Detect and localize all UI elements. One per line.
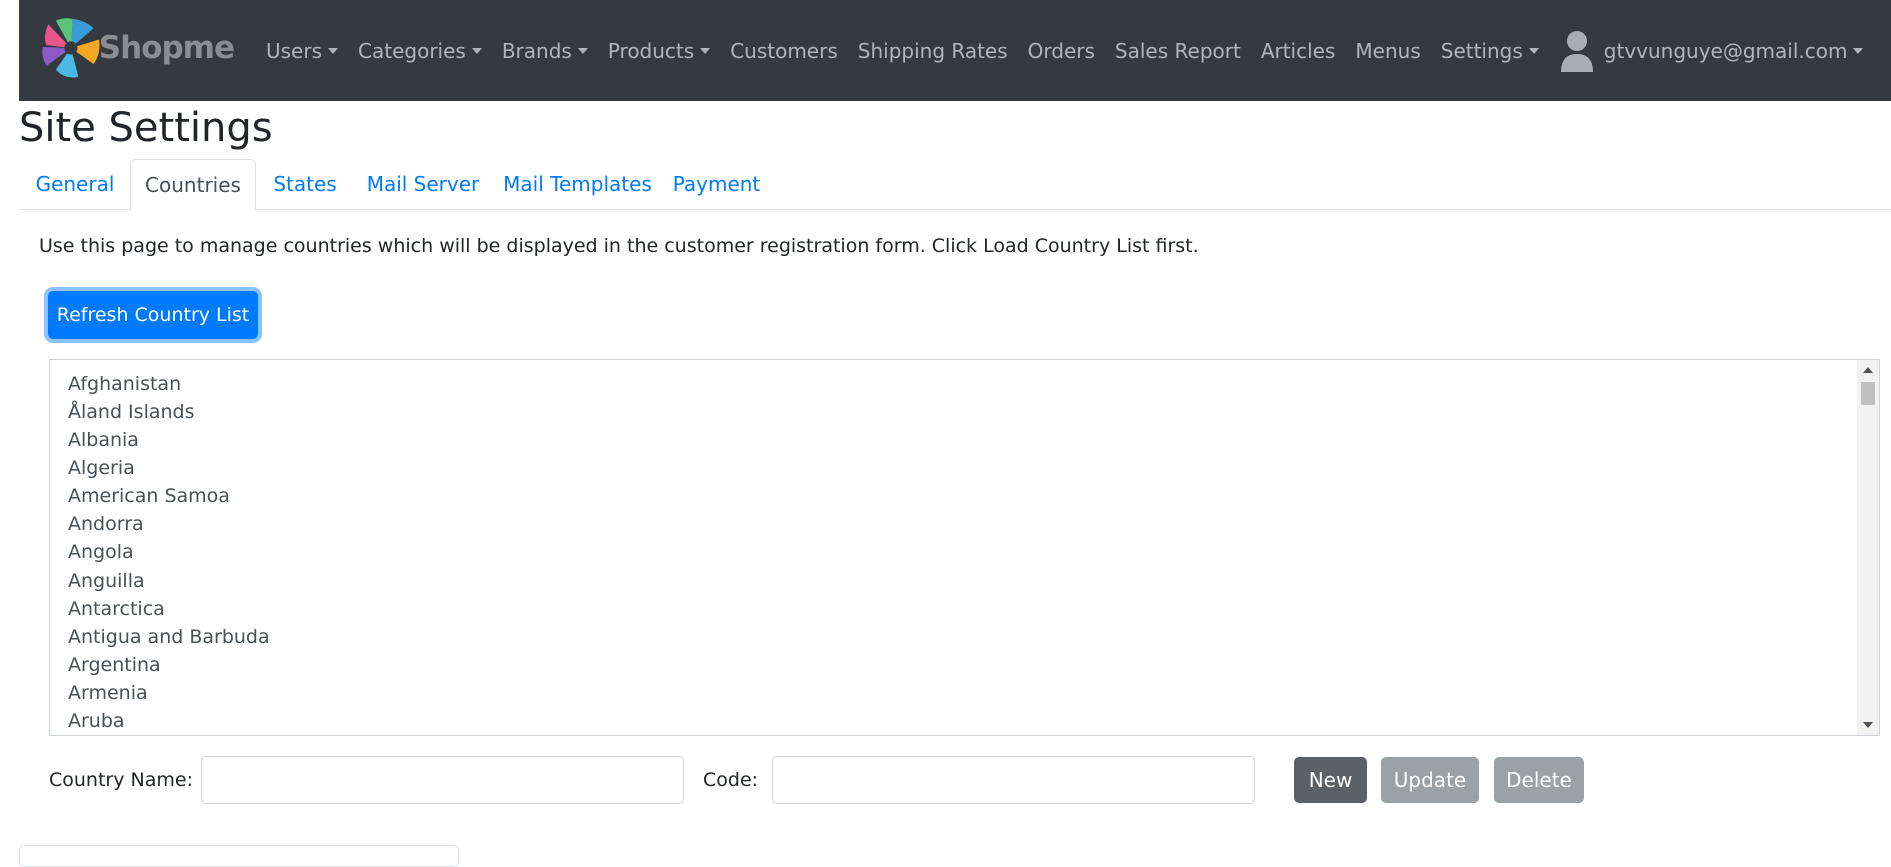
country-option[interactable]: Aruba — [68, 709, 125, 733]
refresh-country-list-button[interactable]: Refresh Country List — [48, 291, 258, 339]
nav-item-users[interactable]: Users — [256, 39, 348, 63]
user-menu[interactable]: gtvvunguye@gmail.com — [1549, 30, 1874, 72]
nav-item-products[interactable]: Products — [598, 39, 720, 63]
country-option[interactable]: Argentina — [68, 653, 161, 677]
nav-item-sales-report[interactable]: Sales Report — [1105, 39, 1251, 63]
country-option[interactable]: Andorra — [68, 512, 144, 536]
caret-down-icon — [577, 47, 588, 54]
nav-label: Customers — [730, 38, 838, 63]
country-option[interactable]: Angola — [68, 540, 134, 564]
caret-down-icon — [471, 47, 482, 54]
country-option[interactable]: Afghanistan — [68, 372, 181, 396]
nav-label: Orders — [1027, 38, 1095, 63]
tab-countries[interactable]: Countries — [130, 159, 256, 211]
user-email: gtvvunguye@gmail.com — [1603, 38, 1848, 63]
nav-label: Sales Report — [1114, 38, 1241, 63]
nav-label: Categories — [358, 38, 466, 63]
update-button[interactable]: Update — [1381, 757, 1479, 803]
country-option[interactable]: Armenia — [68, 681, 148, 705]
country-list[interactable]: Afghanistan Åland Islands Albania Algeri… — [49, 359, 1880, 736]
nav-menu: Users Categories Brands Products Custome… — [256, 0, 1873, 101]
page-title: Site Settings — [19, 105, 273, 151]
country-option[interactable]: Åland Islands — [68, 400, 195, 424]
nav-item-articles[interactable]: Articles — [1251, 39, 1346, 63]
scroll-down-arrow-icon[interactable] — [1863, 722, 1873, 728]
nav-item-categories[interactable]: Categories — [348, 39, 492, 63]
tab-general[interactable]: General — [19, 159, 131, 210]
nav-label: Brands — [501, 38, 572, 63]
scrollbar-thumb[interactable] — [1861, 382, 1875, 405]
country-name-label: Country Name: — [49, 769, 193, 791]
brand-name: Shopme — [98, 30, 235, 66]
nav-label: Users — [266, 38, 323, 63]
country-option[interactable]: American Samoa — [68, 484, 230, 508]
nav-item-brands[interactable]: Brands — [492, 39, 598, 63]
instructions-text: Use this page to manage countries which … — [39, 235, 1199, 257]
delete-button[interactable]: Delete — [1494, 757, 1584, 803]
nav-label: Settings — [1440, 38, 1523, 63]
country-option[interactable]: Antarctica — [68, 597, 165, 621]
tab-states[interactable]: States — [256, 159, 354, 210]
nav-label: Shipping Rates — [857, 38, 1008, 63]
brand-logo[interactable]: Shopme — [39, 15, 235, 81]
code-label: Code: — [703, 769, 759, 791]
country-name-input[interactable] — [201, 756, 684, 804]
country-option[interactable]: Albania — [68, 428, 139, 452]
nav-item-orders[interactable]: Orders — [1018, 39, 1105, 63]
caret-down-icon — [1528, 47, 1539, 54]
list-scrollbar[interactable] — [1857, 360, 1879, 735]
nav-item-shipping-rates[interactable]: Shipping Rates — [848, 39, 1018, 63]
caret-down-icon — [700, 47, 711, 54]
tab-mail-templates[interactable]: Mail Templates — [492, 159, 663, 210]
country-option[interactable]: Anguilla — [68, 569, 145, 593]
tab-payment[interactable]: Payment — [663, 159, 770, 210]
country-option[interactable]: Antigua and Barbuda — [68, 625, 270, 649]
caret-down-icon — [328, 47, 339, 54]
caret-down-icon — [1853, 47, 1864, 54]
new-button[interactable]: New — [1294, 757, 1367, 803]
nav-item-settings[interactable]: Settings — [1431, 39, 1549, 63]
settings-tabs: General Countries States Mail Server Mai… — [19, 159, 1891, 211]
nav-label: Articles — [1260, 38, 1336, 63]
country-code-input[interactable] — [772, 756, 1255, 804]
nav-item-menus[interactable]: Menus — [1345, 39, 1430, 63]
shopme-logo-icon — [42, 18, 100, 78]
bottom-card — [19, 845, 459, 867]
nav-label: Products — [607, 38, 695, 63]
scroll-up-arrow-icon[interactable] — [1863, 367, 1873, 373]
user-icon — [1560, 30, 1593, 72]
tab-mail-server[interactable]: Mail Server — [354, 159, 492, 210]
nav-label: Menus — [1355, 38, 1421, 63]
country-option[interactable]: Algeria — [68, 456, 135, 480]
top-navbar: Shopme Users Categories Brands Products … — [19, 0, 1891, 101]
nav-item-customers[interactable]: Customers — [720, 39, 848, 63]
